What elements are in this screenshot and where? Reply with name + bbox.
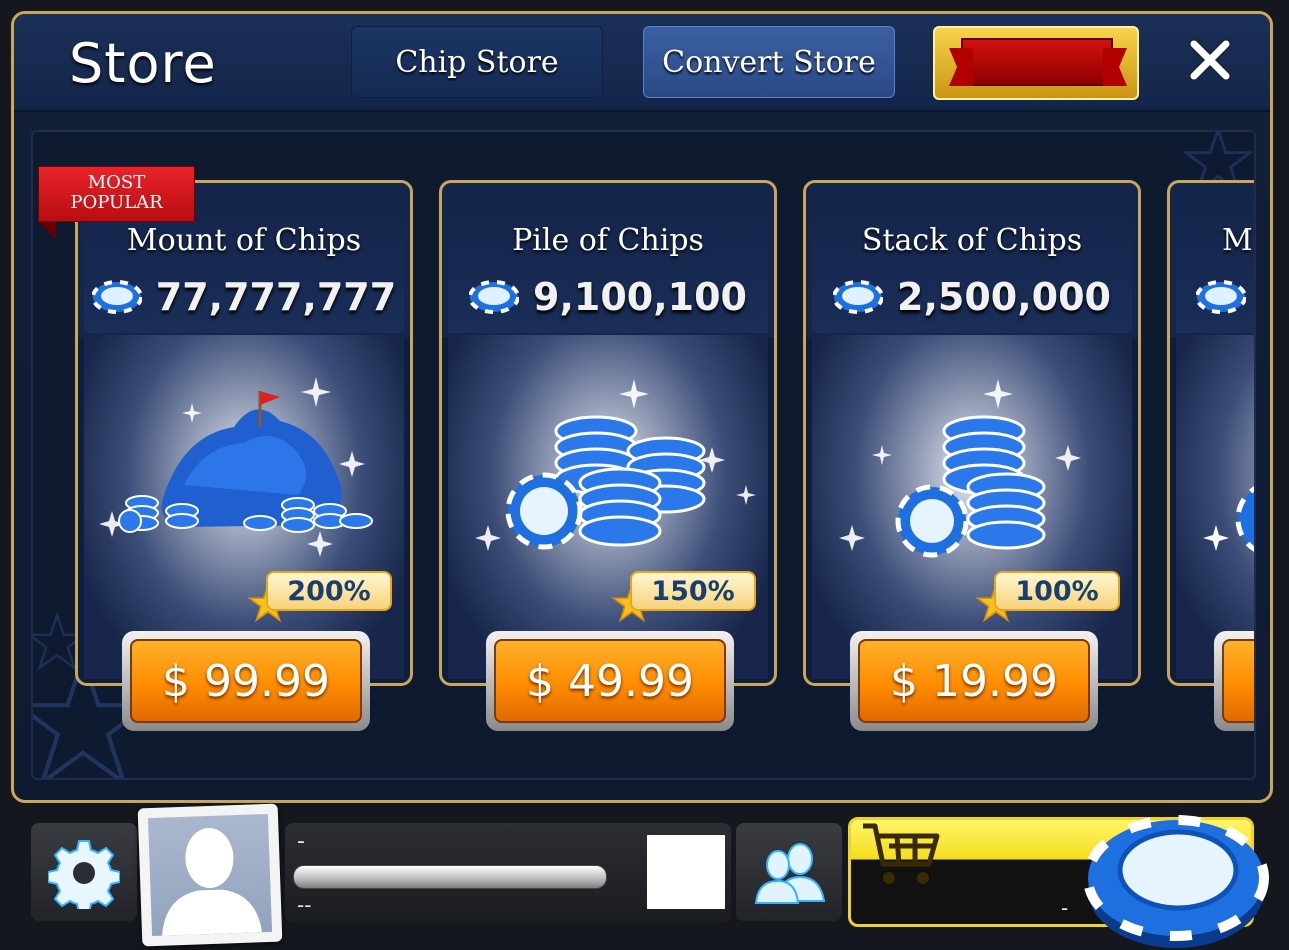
buy-button-99[interactable]: $ 99.99: [122, 631, 370, 731]
pack-title: M: [1222, 223, 1253, 258]
close-icon[interactable]: [1186, 36, 1234, 84]
pack-card-stack-of-chips[interactable]: Stack of Chips 2,500,000 100% $ 19.99: [803, 180, 1141, 731]
tab-convert-store[interactable]: Convert Store: [643, 26, 895, 98]
gear-icon: [48, 840, 120, 909]
bonus-percent-badge: 150%: [630, 571, 756, 611]
pack-amount: 2,500,000: [897, 275, 1111, 319]
pack-art: [448, 335, 768, 679]
price-label: $ 19.99: [858, 639, 1090, 723]
chip-icon: [469, 280, 520, 314]
pack-art: [812, 335, 1132, 679]
pack-art: [84, 335, 404, 679]
profile-level: --: [297, 893, 312, 917]
friends-icon: [754, 843, 826, 904]
chip-icon: [833, 280, 884, 314]
pack-amount: 77,777,777: [155, 275, 397, 319]
pack-card-partial[interactable]: M: [1167, 180, 1254, 731]
tab-chip-store[interactable]: Chip Store: [351, 26, 603, 98]
most-popular-badge: MOST POPULAR: [38, 166, 195, 239]
bonus-percent-badge: 100%: [994, 571, 1120, 611]
chip-icon: [1196, 280, 1246, 314]
tab-special-offers[interactable]: [933, 26, 1139, 100]
chip-pile-icon: [475, 379, 756, 551]
pack-card-mount-of-chips[interactable]: Mount of Chips 77,777,777 200% $ 99.99: [75, 180, 413, 731]
chip-balance: -: [1061, 896, 1069, 920]
store-header: Store Chip Store Convert Store: [14, 14, 1270, 112]
chip-mountain-icon: [99, 377, 373, 557]
ribbon-ends-icon: [949, 48, 1127, 86]
store-content[interactable]: MOST POPULAR Mount of Chips 77,777,777 2…: [31, 130, 1256, 780]
settings-button[interactable]: [31, 823, 137, 921]
buy-button-49[interactable]: $ 49.99: [486, 631, 734, 731]
level-box: [647, 835, 725, 909]
badge-line-1: MOST: [87, 172, 146, 193]
bonus-percent-badge: 200%: [266, 571, 392, 611]
price-label: $ 99.99: [130, 639, 362, 723]
pack-title: Mount of Chips: [126, 223, 362, 258]
badge-line-2: POPULAR: [70, 192, 163, 213]
pack-title: Pile of Chips: [512, 223, 704, 258]
buy-button-partial[interactable]: [1214, 631, 1254, 731]
profile-name: -: [297, 829, 305, 854]
price-label: $ 49.99: [494, 639, 726, 723]
store-title: Store: [69, 32, 217, 95]
pack-art: [1176, 335, 1254, 679]
profile-panel: - --: [285, 823, 731, 923]
poker-chip-icon[interactable]: [1080, 806, 1270, 950]
chip-icon: [91, 280, 142, 314]
buy-button-19[interactable]: $ 19.99: [850, 631, 1098, 731]
chip-stack-icon: [839, 379, 1081, 558]
avatar[interactable]: [137, 803, 283, 947]
pack-title: Stack of Chips: [861, 223, 1083, 258]
chip-partial-icon: [1203, 486, 1254, 552]
pack-amount: 9,100,100: [533, 275, 747, 319]
store-window: Store Chip Store Convert Store MOST POPU…: [11, 11, 1273, 803]
xp-progress-bar: [293, 865, 607, 889]
profile-silhouette-icon: [162, 828, 263, 936]
friends-button[interactable]: [736, 823, 842, 921]
shopping-cart-icon: [863, 823, 940, 884]
pack-card-pile-of-chips[interactable]: Pile of Chips 9,100,100 150% $ 49.99: [439, 180, 777, 731]
